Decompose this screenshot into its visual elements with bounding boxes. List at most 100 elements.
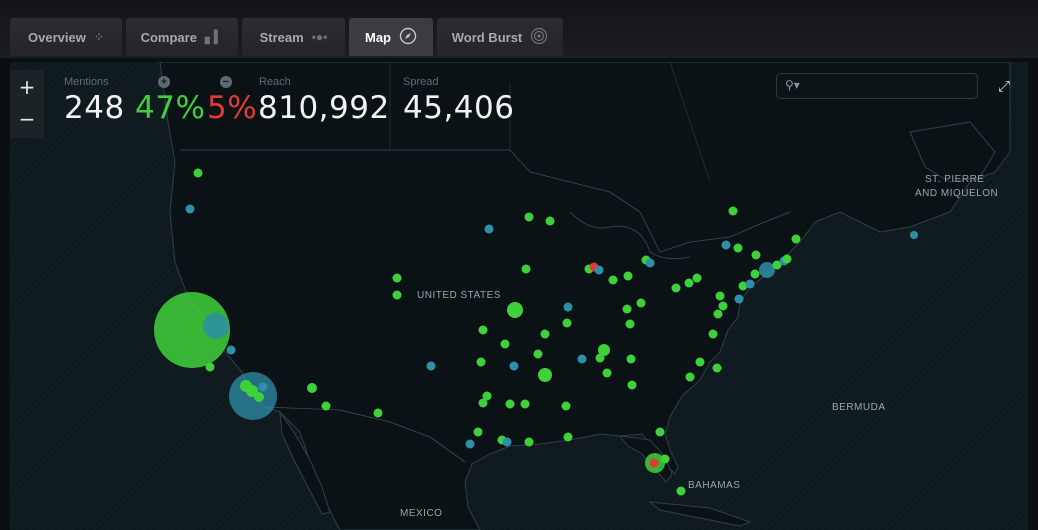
marker-dot[interactable] <box>626 354 636 364</box>
marker-dot[interactable] <box>465 439 475 449</box>
marker-dot[interactable] <box>538 368 552 382</box>
marker-dot[interactable] <box>478 325 488 335</box>
marker-dot[interactable] <box>910 231 918 239</box>
marker-dot[interactable] <box>734 294 744 304</box>
negative-value: 5% <box>207 90 258 126</box>
marker-dot[interactable] <box>507 302 523 318</box>
marker-bubble[interactable] <box>203 313 229 339</box>
overview-icon: ⁘ <box>93 30 104 44</box>
marker-dot[interactable] <box>561 401 571 411</box>
map-canvas[interactable]: UNITED STATES ST. PIERRE AND MIQUELON BE… <box>10 62 1028 530</box>
marker-dot[interactable] <box>712 363 722 373</box>
marker-dot[interactable] <box>676 486 686 496</box>
marker-dot[interactable] <box>627 380 637 390</box>
burst-icon <box>530 27 548 48</box>
compass-icon <box>399 27 417 48</box>
marker-dot[interactable] <box>533 349 543 359</box>
marker-dot[interactable] <box>307 383 317 393</box>
minus-circle-icon: − <box>220 76 232 88</box>
marker-dot[interactable] <box>671 283 681 293</box>
marker-dot[interactable] <box>695 357 705 367</box>
marker-dot[interactable] <box>692 273 702 283</box>
tab-stream[interactable]: Stream •●• <box>242 18 345 56</box>
marker-dot[interactable] <box>733 243 743 253</box>
marker-dot[interactable] <box>226 345 236 355</box>
marker-dot[interactable] <box>594 265 604 275</box>
marker-dot[interactable] <box>660 454 670 464</box>
marker-dot[interactable] <box>684 278 694 288</box>
positive-value: 47% <box>135 90 206 126</box>
marker-dot[interactable] <box>750 269 760 279</box>
marker-dot[interactable] <box>708 329 718 339</box>
marker-dot[interactable] <box>623 271 633 281</box>
marker-dot[interactable] <box>478 398 488 408</box>
marker-dot[interactable] <box>540 329 550 339</box>
marker-dot[interactable] <box>745 279 755 289</box>
marker-dot[interactable] <box>655 427 665 437</box>
marker-dot[interactable] <box>718 301 728 311</box>
marker-dot[interactable] <box>649 458 659 468</box>
marker-dot[interactable] <box>608 275 618 285</box>
marker-dot[interactable] <box>751 250 761 260</box>
marker-dot[interactable] <box>782 254 792 264</box>
marker-dot[interactable] <box>636 298 646 308</box>
marker-dot[interactable] <box>622 304 632 314</box>
mention-markers <box>154 168 918 496</box>
marker-dot[interactable] <box>321 401 331 411</box>
zoom-out-button[interactable]: − <box>12 104 42 134</box>
marker-dot[interactable] <box>713 309 723 319</box>
marker-dot[interactable] <box>645 258 655 268</box>
marker-dot[interactable] <box>185 204 195 214</box>
zoom-controls: + − <box>10 70 44 138</box>
marker-dot[interactable] <box>545 216 555 226</box>
marker-dot[interactable] <box>562 318 572 328</box>
search-icon[interactable]: ⚲▾ <box>785 78 800 92</box>
marker-dot[interactable] <box>193 168 203 178</box>
tab-overview[interactable]: Overview ⁘ <box>10 18 122 56</box>
marker-dot[interactable] <box>524 212 534 222</box>
marker-dot[interactable] <box>715 291 725 301</box>
marker-dot[interactable] <box>524 437 534 447</box>
marker-dot[interactable] <box>728 206 738 216</box>
tab-label: Compare <box>140 29 197 45</box>
marker-dot[interactable] <box>484 224 494 234</box>
marker-dot[interactable] <box>563 302 573 312</box>
marker-dot[interactable] <box>476 357 486 367</box>
marker-dot[interactable] <box>791 234 801 244</box>
spread-label: Spread <box>403 76 439 88</box>
marker-dot[interactable] <box>520 399 530 409</box>
tab-bar: Overview ⁘ Compare ▖▍ Stream •●• Map Wor… <box>0 0 1038 58</box>
marker-dot[interactable] <box>502 437 512 447</box>
tab-label: Overview <box>28 29 86 45</box>
marker-dot[interactable] <box>505 399 515 409</box>
mentions-label: Mentions <box>64 76 109 88</box>
tab-label: Stream <box>259 29 304 45</box>
marker-dot[interactable] <box>426 361 436 371</box>
fullscreen-icon[interactable]: ⤢ <box>992 74 1016 98</box>
marker-dot[interactable] <box>473 427 483 437</box>
marker-bubble[interactable] <box>254 392 264 402</box>
tab-word-burst[interactable]: Word Burst <box>437 18 563 56</box>
tab-compare[interactable]: Compare ▖▍ <box>126 18 238 56</box>
marker-dot[interactable] <box>602 368 612 378</box>
marker-dot[interactable] <box>577 354 587 364</box>
marker-dot[interactable] <box>685 372 695 382</box>
marker-dot[interactable] <box>521 264 531 274</box>
marker-dot[interactable] <box>205 362 215 372</box>
reach-value: 810,992 <box>258 90 390 126</box>
marker-dot[interactable] <box>258 382 268 392</box>
marker-dot[interactable] <box>721 240 731 250</box>
marker-dot[interactable] <box>373 408 383 418</box>
marker-dot[interactable] <box>392 273 402 283</box>
search-box[interactable]: ⚲▾ <box>776 73 978 99</box>
marker-dot[interactable] <box>509 361 519 371</box>
zoom-in-button[interactable]: + <box>12 72 42 102</box>
tab-map[interactable]: Map <box>349 18 433 56</box>
marker-dot[interactable] <box>563 432 573 442</box>
marker-dot[interactable] <box>625 319 635 329</box>
marker-dot[interactable] <box>392 290 402 300</box>
spread-value: 45,406 <box>403 90 515 126</box>
marker-dot[interactable] <box>500 339 510 349</box>
tab-label: Word Burst <box>451 29 523 45</box>
marker-dot[interactable] <box>595 353 605 363</box>
